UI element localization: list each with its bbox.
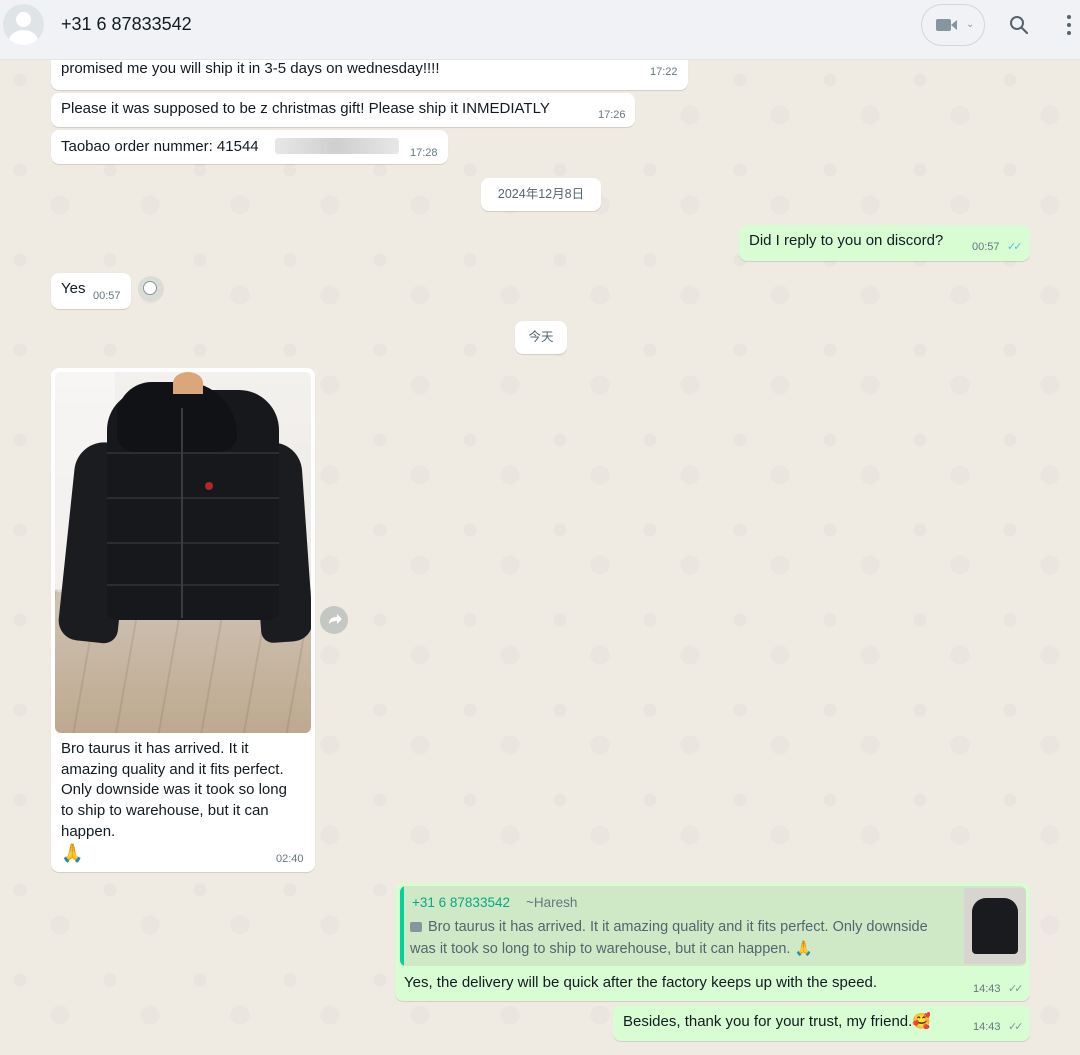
smiley-icon [143, 281, 157, 295]
video-call-icon [936, 19, 951, 31]
search-icon[interactable] [1009, 15, 1029, 35]
menu-icon[interactable] [1066, 15, 1072, 37]
date-chip: 今天 [515, 321, 567, 354]
reaction-button[interactable] [138, 276, 164, 302]
message-time: 17:22 [650, 66, 678, 78]
read-ticks-icon: ✓✓ [1007, 241, 1023, 253]
message-text: Besides, thank you for your trust, my fr… [623, 1013, 931, 1030]
message-text: Did I reply to you on discord? [749, 232, 944, 249]
message-incoming[interactable]: Please it was supposed to be z christmas… [51, 93, 635, 127]
chat-header: +31 6 87833542 ⌄ [0, 0, 1080, 60]
video-call-button[interactable]: ⌄ [921, 4, 985, 46]
pray-emoji: 🙏 [61, 842, 84, 863]
camera-icon [410, 922, 422, 932]
message-text: promised me you will ship it in 3-5 days… [61, 60, 440, 77]
message-time: 02:40 [276, 853, 304, 865]
message-text: Yes [61, 280, 86, 297]
date-chip: 2024年12月8日 [481, 178, 601, 211]
message-incoming[interactable]: promised me you will ship it in 3-5 days… [51, 60, 688, 90]
message-time: 00:57 [93, 290, 121, 302]
message-outgoing[interactable]: Did I reply to you on discord? 00:57 ✓✓ [739, 225, 1030, 261]
message-time: 17:28 [410, 147, 438, 159]
message-text: Yes, the delivery will be quick after th… [404, 974, 878, 991]
message-outgoing[interactable]: Besides, thank you for your trust, my fr… [613, 1005, 1030, 1041]
message-time: 17:26 [598, 109, 626, 121]
message-time: 14:43 [973, 983, 1001, 995]
chevron-down-icon: ⌄ [966, 19, 975, 30]
jacket-photo[interactable] [55, 372, 311, 733]
forward-icon[interactable] [320, 606, 348, 634]
message-text: Taobao order nummer: 41544 [61, 138, 259, 155]
message-incoming[interactable]: Taobao order nummer: 41544 17:28 [51, 130, 448, 164]
delivered-ticks-icon: ✓✓ [1008, 983, 1024, 995]
message-text: Please it was supposed to be z christmas… [61, 100, 550, 117]
avatar[interactable] [3, 4, 44, 45]
message-incoming[interactable]: Yes 00:57 [51, 273, 131, 309]
avatar-body [9, 30, 38, 45]
quoted-alias: ~Haresh [526, 895, 578, 910]
hanger-icon [173, 372, 203, 394]
message-time: 14:43 [973, 1021, 1001, 1033]
delivered-ticks-icon: ✓✓ [1008, 1021, 1024, 1033]
contact-name[interactable]: +31 6 87833542 [61, 14, 192, 35]
chat-area: promised me you will ship it in 3-5 days… [0, 60, 1080, 1055]
redacted-blur [275, 138, 399, 154]
quoted-message[interactable]: +31 6 87833542 ~Haresh Bro taurus it has… [400, 886, 1026, 966]
avatar-head [16, 12, 31, 27]
quoted-thumbnail [964, 888, 1026, 964]
quoted-sender: +31 6 87833542 [412, 895, 510, 910]
smiling-hearts-emoji: 🥰 [912, 1013, 931, 1030]
message-time: 00:57 [972, 241, 1000, 253]
quoted-text: Bro taurus it has arrived. It it amazing… [410, 919, 928, 957]
image-caption: Bro taurus it has arrived. It it amazing… [61, 740, 287, 863]
